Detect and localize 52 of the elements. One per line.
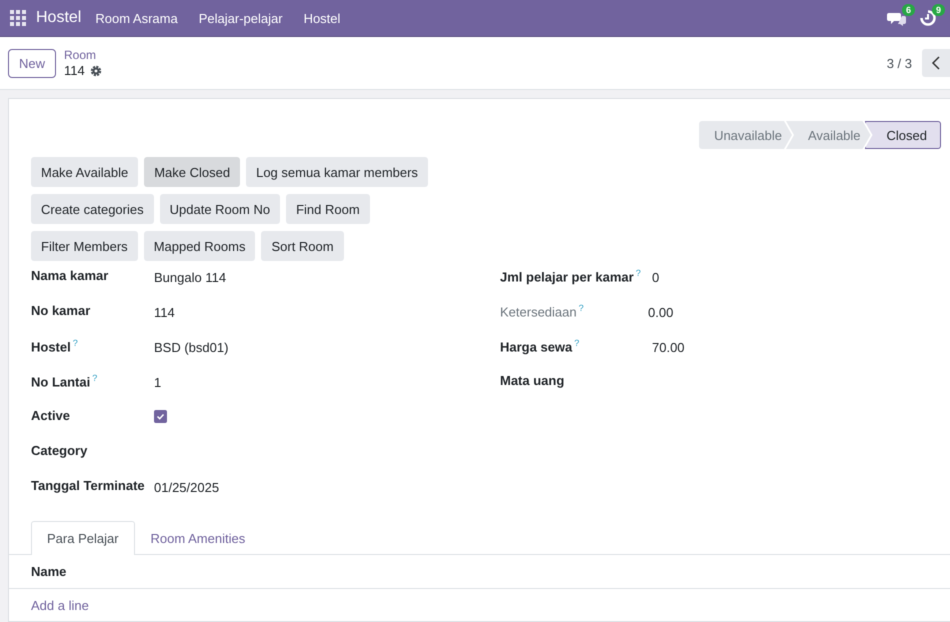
field-value: 0.00 xyxy=(648,304,674,320)
field-value[interactable]: 01/25/2025 xyxy=(154,478,220,495)
action-button[interactable]: Find Room xyxy=(286,194,370,224)
activity-count: 9 xyxy=(932,4,945,16)
add-line-link[interactable]: Add a line xyxy=(9,589,89,613)
field-value[interactable]: 1 xyxy=(154,373,162,390)
field-label: No kamar xyxy=(31,303,92,318)
new-button[interactable]: New xyxy=(8,48,56,78)
action-button[interactable]: Sort Room xyxy=(261,231,344,261)
previous-button[interactable] xyxy=(922,49,950,77)
gear-icon[interactable] xyxy=(90,64,102,76)
check-icon xyxy=(156,412,165,421)
field-value[interactable]: 70.00 xyxy=(652,338,685,355)
record-name: 114 xyxy=(64,63,85,78)
action-button[interactable]: Make Closed xyxy=(144,157,240,187)
field-label: Active xyxy=(31,408,72,423)
field-label: Nama kamar xyxy=(31,268,110,283)
apps-menu-icon[interactable] xyxy=(10,10,26,26)
field-label: Tanggal Terminate xyxy=(31,478,146,493)
column-header: Name xyxy=(31,564,66,579)
field-label: No Lantai xyxy=(31,374,90,390)
field-value[interactable]: 0 xyxy=(652,268,660,285)
status-stage[interactable]: Closed xyxy=(864,121,941,149)
action-button[interactable]: Create categories xyxy=(31,194,154,224)
message-count: 6 xyxy=(902,4,915,16)
action-button[interactable]: Log semua kamar members xyxy=(246,157,428,187)
menu-item[interactable]: Pelajar-pelajar xyxy=(198,10,283,26)
menu-item[interactable]: Room Asrama xyxy=(95,10,178,26)
tab[interactable]: Room Amenities xyxy=(134,521,262,555)
status-stage[interactable]: Available xyxy=(786,121,871,149)
action-button[interactable]: Make Available xyxy=(31,157,138,187)
app-name[interactable]: Hostel xyxy=(36,9,82,27)
field-label: Hostel xyxy=(31,339,71,354)
field-value[interactable]: BSD (bsd01) xyxy=(154,338,228,355)
clock-icon[interactable] xyxy=(920,10,936,26)
checkbox[interactable] xyxy=(154,410,167,423)
breadcrumb-link[interactable]: Room xyxy=(64,48,102,63)
menu-item[interactable]: Hostel xyxy=(304,10,340,26)
status-stage[interactable]: Unavailable xyxy=(699,121,792,149)
field-label: Mata uang xyxy=(500,373,566,388)
tab[interactable]: Para Pelajar xyxy=(31,521,135,555)
pager-value[interactable]: 3 / 3 xyxy=(886,56,912,70)
field-value[interactable]: 114 xyxy=(154,303,175,320)
action-button[interactable]: Mapped Rooms xyxy=(144,231,256,261)
action-button[interactable]: Filter Members xyxy=(31,231,138,261)
field-label: Jml pelajar per kamar xyxy=(500,269,634,284)
field-label: Category xyxy=(31,443,88,458)
chevron-left-icon xyxy=(931,56,941,70)
field-value[interactable]: Bungalo 114 xyxy=(154,268,226,285)
field-label: Ketersediaan xyxy=(500,304,577,320)
action-button[interactable]: Update Room No xyxy=(160,194,280,224)
field-label: Harga sewa xyxy=(500,339,572,354)
